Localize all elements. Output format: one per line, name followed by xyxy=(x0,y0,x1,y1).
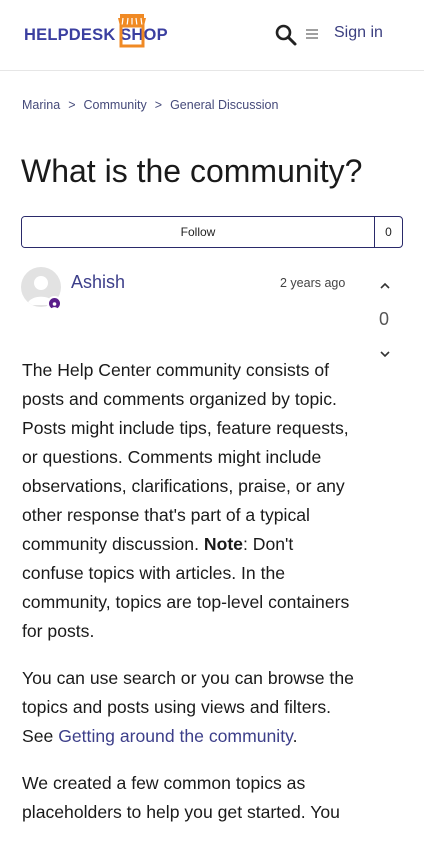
downvote-button[interactable] xyxy=(375,346,395,362)
menu-icon xyxy=(306,29,318,39)
site-header: HELPDESK SHOP Sign in xyxy=(0,0,424,71)
breadcrumb-item-community[interactable]: Community xyxy=(84,98,147,112)
helpdesk-shop-logo[interactable]: HELPDESK SHOP xyxy=(24,14,170,48)
post-paragraph: The Help Center community consists of po… xyxy=(22,360,350,641)
search-button[interactable] xyxy=(274,23,300,49)
upvote-button[interactable] xyxy=(375,278,395,294)
chevron-up-icon xyxy=(380,282,390,289)
page-title: What is the community? xyxy=(21,153,363,189)
post-body: The Help Center community consists of po… xyxy=(22,356,358,842)
post-paragraph: We created a few common topics as placeh… xyxy=(22,773,340,822)
sign-in-link[interactable]: Sign in xyxy=(334,24,383,42)
chevron-down-icon xyxy=(380,351,390,358)
follow-count: 0 xyxy=(385,225,392,239)
breadcrumb-separator: > xyxy=(68,98,76,112)
getting-around-link[interactable]: Getting around the community xyxy=(58,726,292,746)
agent-badge-icon xyxy=(47,296,62,311)
author-name[interactable]: Ashish xyxy=(71,272,125,293)
menu-button[interactable] xyxy=(305,27,319,41)
shop-awning-icon xyxy=(118,14,146,48)
follow-control: Follow 0 xyxy=(21,216,403,248)
follow-button[interactable]: Follow xyxy=(22,217,375,247)
post-timestamp: 2 years ago xyxy=(280,276,346,290)
breadcrumb-item-marina[interactable]: Marina xyxy=(22,98,60,112)
breadcrumb: Marina > Community > General Discussion xyxy=(22,98,278,112)
search-icon xyxy=(275,24,297,46)
breadcrumb-item-general-discussion[interactable]: General Discussion xyxy=(170,98,278,112)
note-label: Note xyxy=(203,534,243,554)
vote-count: 0 xyxy=(379,309,390,329)
breadcrumb-separator: > xyxy=(154,98,163,112)
post-paragraph: You can use search or you can browse the… xyxy=(22,668,354,746)
